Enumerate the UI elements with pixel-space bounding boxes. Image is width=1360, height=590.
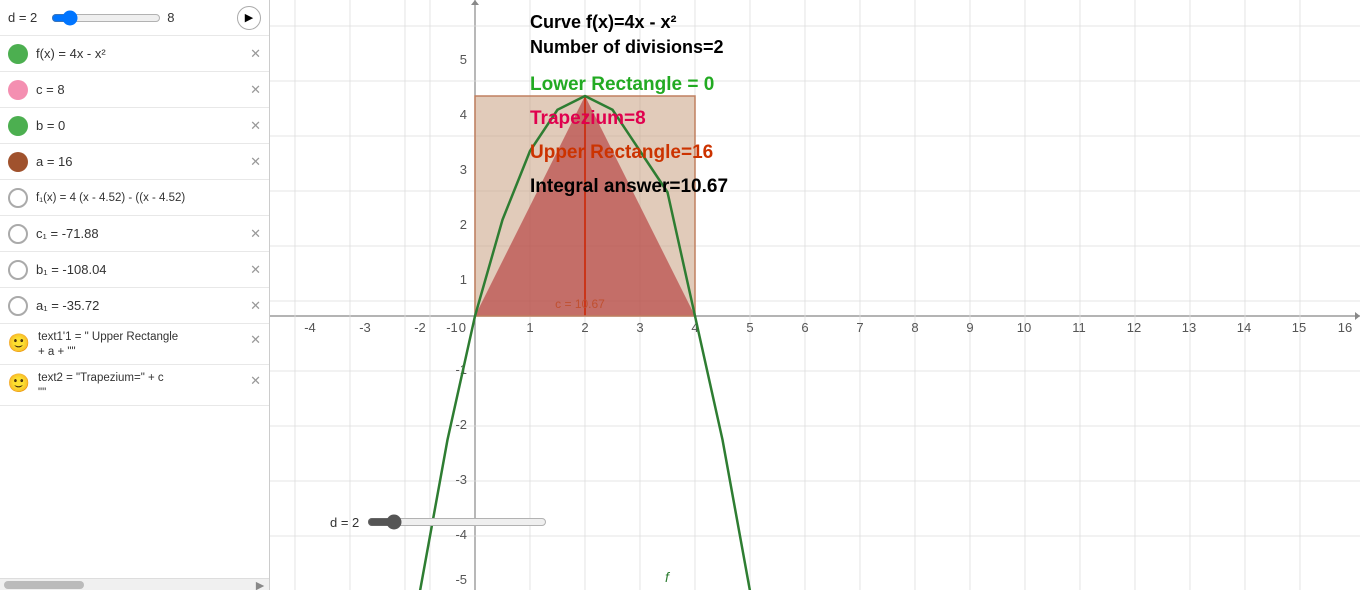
label-fx: f(x) = 4x - x²: [36, 46, 246, 61]
svg-text:15: 15: [1292, 320, 1306, 335]
graph-d-label: d = 2: [330, 515, 359, 530]
svg-text:2: 2: [581, 320, 588, 335]
svg-text:-4: -4: [304, 320, 316, 335]
svg-text:6: 6: [801, 320, 808, 335]
svg-text:8: 8: [911, 320, 918, 335]
list-item-c: c = 8 ✕: [0, 72, 269, 108]
svg-text:10: 10: [1017, 320, 1031, 335]
svg-text:0: 0: [459, 320, 466, 335]
svg-text:9: 9: [966, 320, 973, 335]
dot-b: [8, 116, 28, 136]
close-text2[interactable]: ✕: [250, 373, 261, 389]
svg-text:1: 1: [460, 272, 467, 287]
svg-text:-2: -2: [414, 320, 426, 335]
c-label-graph: c = 10.67: [555, 297, 605, 311]
play-button[interactable]: ▶: [237, 6, 261, 30]
graph-panel: -4 -3 -2 -1 1 2 3 4 5 6 7 8 9 10 11 12 1…: [270, 0, 1360, 590]
dot-f1x: [8, 188, 28, 208]
list-item-fx: f(x) = 4x - x² ✕: [0, 36, 269, 72]
close-c[interactable]: ✕: [250, 82, 261, 98]
close-b1[interactable]: ✕: [250, 262, 261, 278]
label-c: c = 8: [36, 82, 246, 97]
svg-text:14: 14: [1237, 320, 1251, 335]
dot-c: [8, 80, 28, 100]
list-item-a1: a₁ = -35.72 ✕: [0, 288, 269, 324]
svg-text:-1: -1: [446, 320, 458, 335]
dot-a1: [8, 296, 28, 316]
label-text2: text2 = "Trapezium=" + c"": [38, 371, 246, 401]
left-scrollbar-thumb[interactable]: [4, 581, 84, 589]
svg-text:5: 5: [460, 52, 467, 67]
list-item-c1: c₁ = -71.88 ✕: [0, 216, 269, 252]
dot-c1: [8, 224, 28, 244]
emoji-text1: 🙂: [8, 332, 30, 354]
svg-text:-3: -3: [455, 472, 467, 487]
svg-text:-5: -5: [455, 572, 467, 587]
list-item-a: a = 16 ✕: [0, 144, 269, 180]
label-a1: a₁ = -35.72: [36, 298, 246, 313]
graph-svg: -4 -3 -2 -1 1 2 3 4 5 6 7 8 9 10 11 12 1…: [270, 0, 1360, 590]
list-item-b: b = 0 ✕: [0, 108, 269, 144]
d-slider[interactable]: [51, 10, 161, 26]
scroll-right-arrow[interactable]: ►: [253, 577, 267, 590]
list-item-text1: 🙂 text1'1 = " Upper Rectangle+ a + "" ✕: [0, 324, 269, 365]
close-c1[interactable]: ✕: [250, 226, 261, 242]
emoji-text2: 🙂: [8, 373, 30, 395]
dot-fx: [8, 44, 28, 64]
close-text1[interactable]: ✕: [250, 332, 261, 348]
graph-slider-area: d = 2: [330, 514, 547, 530]
dot-b1: [8, 260, 28, 280]
svg-text:3: 3: [460, 162, 467, 177]
svg-text:-2: -2: [455, 417, 467, 432]
svg-text:16: 16: [1338, 320, 1352, 335]
label-c1: c₁ = -71.88: [36, 226, 246, 241]
svg-text:13: 13: [1182, 320, 1196, 335]
left-scrollbar[interactable]: ►: [0, 578, 269, 590]
label-b1: b₁ = -108.04: [36, 262, 246, 277]
svg-text:-3: -3: [359, 320, 371, 335]
close-a1[interactable]: ✕: [250, 298, 261, 314]
list-item-b1: b₁ = -108.04 ✕: [0, 252, 269, 288]
dot-a: [8, 152, 28, 172]
svg-text:7: 7: [856, 320, 863, 335]
left-panel: d = 2 8 ▶ f(x) = 4x - x² ✕ c = 8 ✕ b = 0…: [0, 0, 270, 590]
svg-text:1: 1: [526, 320, 533, 335]
label-f1x: f₁(x) = 4 (x - 4.52) - ((x - 4.52): [36, 192, 261, 204]
graph-d-slider[interactable]: [367, 514, 547, 530]
list-item-text2: 🙂 text2 = "Trapezium=" + c"" ✕: [0, 365, 269, 406]
close-fx[interactable]: ✕: [250, 46, 261, 62]
label-b: b = 0: [36, 118, 246, 133]
label-a: a = 16: [36, 154, 246, 169]
svg-text:4: 4: [460, 107, 467, 122]
list-item-f1x: f₁(x) = 4 (x - 4.52) - ((x - 4.52): [0, 180, 269, 216]
svg-text:5: 5: [746, 320, 753, 335]
label-text1: text1'1 = " Upper Rectangle+ a + "": [38, 330, 246, 360]
svg-text:2: 2: [460, 217, 467, 232]
d-label: d = 2: [8, 10, 37, 25]
slider-row: d = 2 8 ▶: [0, 0, 269, 36]
svg-text:11: 11: [1072, 320, 1086, 335]
svg-text:3: 3: [636, 320, 643, 335]
slider-right-val: 8: [167, 10, 174, 25]
svg-text:12: 12: [1127, 320, 1141, 335]
close-b[interactable]: ✕: [250, 118, 261, 134]
close-a[interactable]: ✕: [250, 154, 261, 170]
